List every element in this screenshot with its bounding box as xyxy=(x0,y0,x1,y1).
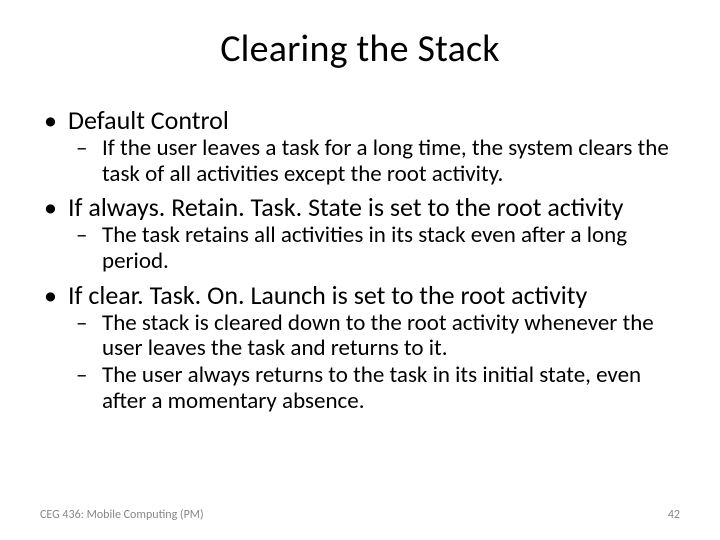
slide-title: Clearing the Stack xyxy=(40,26,680,72)
bullet-text: If always. Retain. Task. State is set to… xyxy=(68,191,623,223)
footer-left: CEG 436: Mobile Computing (PM) xyxy=(40,508,204,522)
slide-number: 42 xyxy=(668,508,680,522)
bullet-list: Default Control If the user leaves a tas… xyxy=(40,106,680,415)
bullet-text: Default Control xyxy=(68,104,229,136)
sub-item: The stack is cleared down to the root ac… xyxy=(102,311,680,363)
sub-list: The stack is cleared down to the root ac… xyxy=(68,311,680,415)
bullet-text: If clear. Task. On. Launch is set to the… xyxy=(68,279,587,311)
slide: Clearing the Stack Default Control If th… xyxy=(0,0,720,540)
sub-item: If the user leaves a task for a long tim… xyxy=(102,136,680,188)
sub-item: The task retains all activities in its s… xyxy=(102,223,680,275)
sub-item: The user always returns to the task in i… xyxy=(102,363,680,415)
footer: CEG 436: Mobile Computing (PM) 42 xyxy=(40,508,680,522)
bullet-item: If clear. Task. On. Launch is set to the… xyxy=(68,281,680,415)
bullet-item: If always. Retain. Task. State is set to… xyxy=(68,193,680,274)
sub-list: The task retains all activities in its s… xyxy=(68,223,680,275)
sub-list: If the user leaves a task for a long tim… xyxy=(68,136,680,188)
bullet-item: Default Control If the user leaves a tas… xyxy=(68,106,680,187)
